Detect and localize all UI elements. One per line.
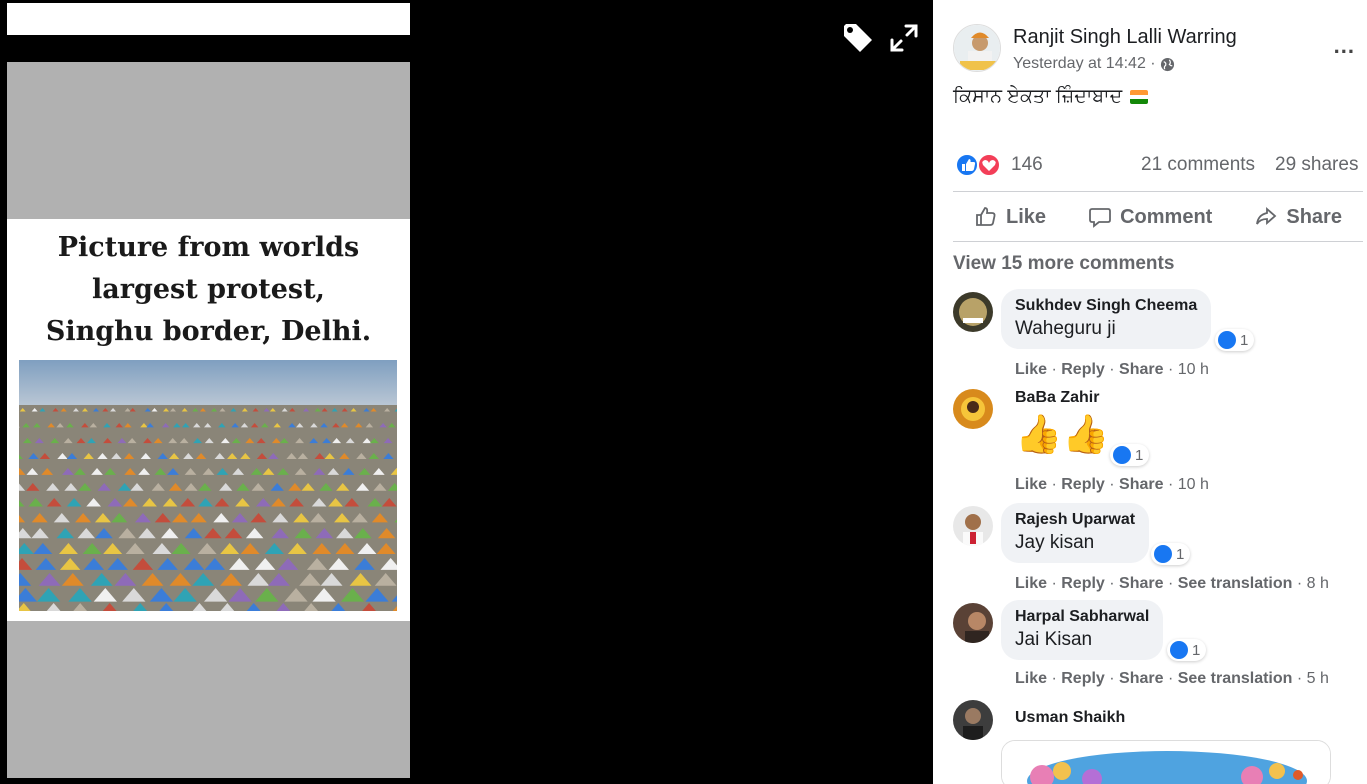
comment-button[interactable]: Comment bbox=[1088, 205, 1212, 229]
facebook-photo-viewer: Picture from worlds largest protest, Sin… bbox=[0, 0, 1367, 784]
comment-actions: Like · Reply · Share · See translation ·… bbox=[1015, 670, 1329, 687]
author-avatar[interactable] bbox=[953, 24, 1001, 72]
comment-reaction[interactable]: 1 bbox=[1167, 639, 1207, 661]
commenter-avatar[interactable] bbox=[953, 603, 993, 643]
comment-actions: Like · Reply · Share · See translation ·… bbox=[1015, 575, 1329, 592]
commenter-avatar[interactable] bbox=[953, 506, 993, 546]
reaction-icons[interactable] bbox=[955, 153, 1003, 177]
comment-reply-link[interactable]: Reply bbox=[1061, 476, 1105, 493]
like-reaction-icon bbox=[1170, 641, 1188, 659]
comment-share-link[interactable]: Share bbox=[1119, 670, 1163, 687]
thumbs-up-emoji: 👍👍 bbox=[1015, 414, 1110, 456]
comment-bubble: Harpal Sabharwal Jai Kisan bbox=[1001, 600, 1164, 660]
post-panel: Ranjit Singh Lalli Warring Yesterday at … bbox=[933, 0, 1367, 784]
see-translation-link[interactable]: See translation bbox=[1178, 670, 1293, 687]
divider bbox=[953, 191, 1363, 192]
commenter-avatar[interactable] bbox=[953, 292, 993, 332]
like-button[interactable]: Like bbox=[974, 205, 1046, 229]
media-viewer[interactable]: Picture from worlds largest protest, Sin… bbox=[0, 0, 933, 784]
post-author[interactable]: Ranjit Singh Lalli Warring bbox=[1013, 26, 1237, 49]
comment-reaction[interactable]: 1 bbox=[1215, 329, 1255, 351]
tag-icon[interactable] bbox=[840, 20, 876, 56]
comment-icon bbox=[1089, 208, 1111, 228]
comment-reply-link[interactable]: Reply bbox=[1061, 361, 1105, 378]
like-reaction-icon bbox=[1218, 331, 1236, 349]
commenter-avatar[interactable] bbox=[953, 700, 993, 740]
protest-camp-photo bbox=[19, 360, 397, 611]
like-reaction-icon bbox=[1113, 446, 1131, 464]
post-timestamp[interactable]: Yesterday at 14:42 · bbox=[1013, 55, 1175, 73]
comment-actions: Like · Reply · Share · 10 h bbox=[1015, 361, 1209, 378]
comment-time[interactable]: 10 h bbox=[1178, 361, 1209, 378]
commenter-name[interactable]: BaBa Zahir bbox=[1015, 389, 1110, 407]
share-icon bbox=[1256, 207, 1277, 225]
post-actions: Like Comment Share bbox=[953, 195, 1363, 239]
comment-bubble: Rajesh Uparwat Jay kisan bbox=[1001, 503, 1150, 563]
see-translation-link[interactable]: See translation bbox=[1178, 575, 1293, 592]
divider bbox=[953, 241, 1363, 242]
image-padding-top bbox=[7, 62, 410, 219]
post-image[interactable]: Picture from worlds largest protest, Sin… bbox=[7, 219, 410, 621]
commenter-name[interactable]: Rajesh Uparwat bbox=[1015, 511, 1135, 529]
more-options-button[interactable]: ... bbox=[1334, 33, 1355, 59]
comment-sticker-image[interactable] bbox=[1001, 740, 1331, 784]
comment-share-link[interactable]: Share bbox=[1119, 361, 1163, 378]
commenter-name[interactable]: Usman Shaikh bbox=[1015, 709, 1125, 727]
comment-time[interactable]: 8 h bbox=[1307, 575, 1329, 592]
india-flag-icon bbox=[1130, 90, 1149, 104]
commenter-name[interactable]: Sukhdev Singh Cheema bbox=[1015, 297, 1197, 315]
like-reaction-icon bbox=[1154, 545, 1172, 563]
comment-text: Jai Kisan bbox=[1015, 629, 1093, 650]
post-caption: ਕਿਸਾਨ ਏਕਤਾ ਜ਼ਿੰਦਾਬਾਦ bbox=[953, 86, 1149, 108]
thumbs-up-icon bbox=[976, 207, 996, 226]
comment-share-link[interactable]: Share bbox=[1119, 575, 1163, 592]
share-button[interactable]: Share bbox=[1254, 205, 1342, 229]
commenter-name[interactable]: Harpal Sabharwal bbox=[1015, 608, 1149, 626]
comment-reaction[interactable]: 1 bbox=[1151, 543, 1191, 565]
image-headline: Picture from worlds largest protest, Sin… bbox=[45, 232, 372, 347]
reaction-count[interactable]: 146 bbox=[1011, 154, 1043, 176]
comment-bubble: Sukhdev Singh Cheema Waheguru ji bbox=[1001, 289, 1212, 349]
comment-text: Waheguru ji bbox=[1015, 318, 1116, 339]
comment-reply-link[interactable]: Reply bbox=[1061, 575, 1105, 592]
comment-like-link[interactable]: Like bbox=[1015, 575, 1047, 592]
image-padding-bottom bbox=[7, 621, 410, 778]
comment-time[interactable]: 10 h bbox=[1178, 476, 1209, 493]
comment-reaction[interactable]: 1 bbox=[1110, 444, 1150, 466]
comment-text: Jay kisan bbox=[1015, 532, 1095, 553]
share-count[interactable]: 29 shares bbox=[1275, 154, 1358, 176]
comment-reply-link[interactable]: Reply bbox=[1061, 670, 1105, 687]
tents-aerial-photo bbox=[19, 360, 397, 611]
comment-like-link[interactable]: Like bbox=[1015, 361, 1047, 378]
comment-share-link[interactable]: Share bbox=[1119, 476, 1163, 493]
comment-actions: Like · Reply · Share · 10 h bbox=[1015, 476, 1209, 493]
post-stats: 146 21 comments 29 shares bbox=[953, 150, 1363, 180]
comment-like-link[interactable]: Like bbox=[1015, 670, 1047, 687]
expand-icon[interactable] bbox=[886, 20, 922, 56]
comment-like-link[interactable]: Like bbox=[1015, 476, 1047, 493]
globe-icon bbox=[1160, 57, 1174, 71]
comment-count[interactable]: 21 comments bbox=[1141, 154, 1255, 176]
comment-time[interactable]: 5 h bbox=[1307, 670, 1329, 687]
image-strip-top bbox=[7, 3, 410, 35]
view-more-comments-link[interactable]: View 15 more comments bbox=[953, 253, 1174, 275]
commenter-avatar[interactable] bbox=[953, 389, 993, 429]
